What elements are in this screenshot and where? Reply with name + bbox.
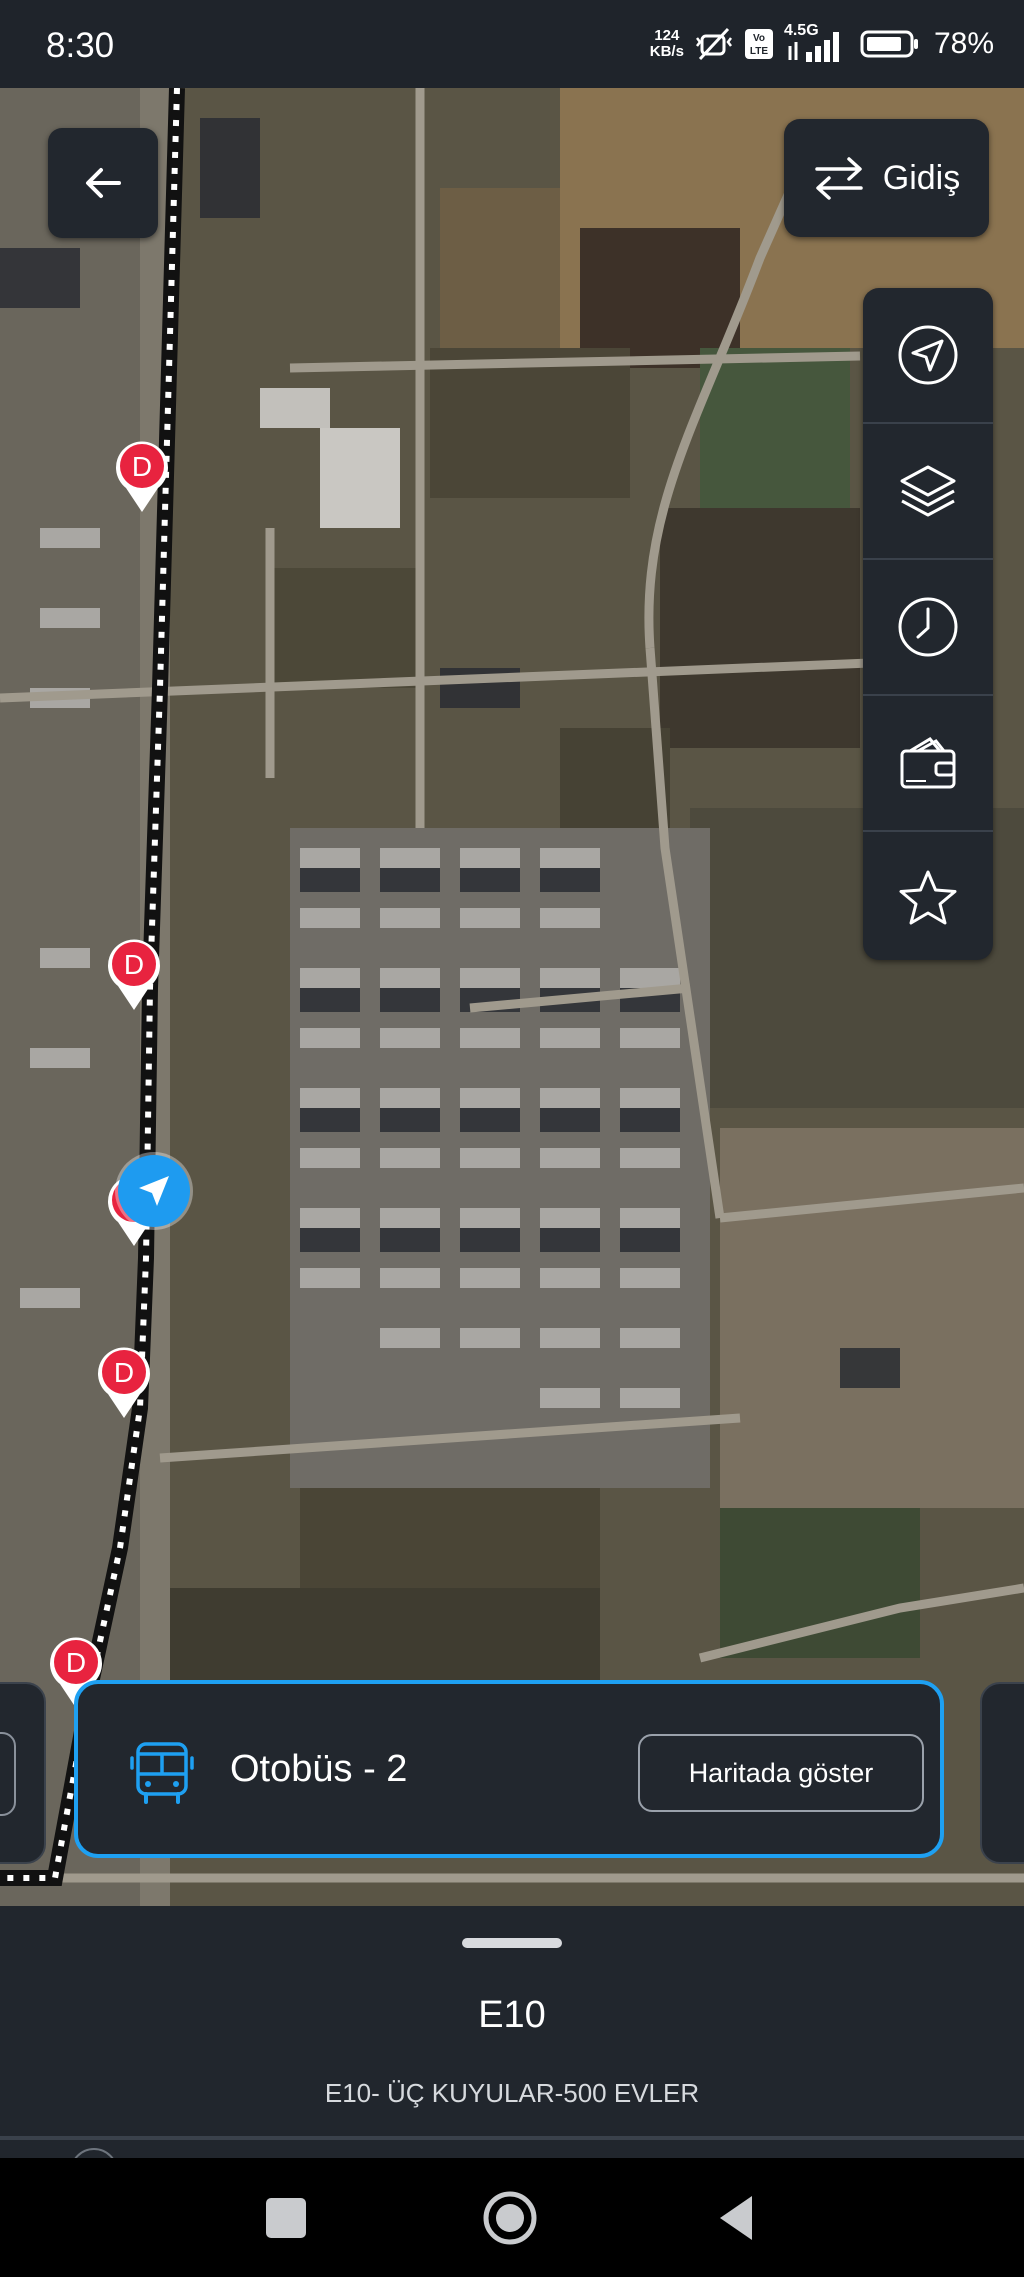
favorites-button[interactable] [863, 832, 993, 960]
status-time: 8:30 [46, 26, 115, 65]
bus-stop-marker[interactable]: D [114, 438, 170, 514]
battery-percent: 78% [933, 27, 994, 60]
map-view[interactable]: D D D D D [0, 88, 1024, 1906]
star-icon [899, 870, 957, 925]
status-icons: 124 KB/s Vo LTE 4.5G 78% [650, 22, 994, 66]
wallet-button[interactable] [863, 696, 993, 832]
locate-me-button[interactable] [863, 288, 993, 424]
show-on-map-button[interactable]: Haritada göster [638, 1734, 924, 1812]
system-back-button[interactable] [712, 2190, 760, 2246]
bus-stop-marker[interactable]: D [96, 1344, 152, 1420]
volte-icon: Vo LTE [744, 28, 774, 60]
svg-text:D: D [114, 1357, 134, 1388]
vehicle-name: Otobüs - 2 [230, 1748, 408, 1790]
svg-text:LTE: LTE [750, 46, 768, 57]
triangle-back-icon [720, 2196, 752, 2240]
navigation-icon [898, 325, 958, 385]
home-circle-icon [483, 2191, 537, 2245]
swap-arrows-icon [815, 157, 863, 200]
svg-text:D: D [132, 451, 152, 482]
bus-icon [130, 1742, 194, 1804]
bus-stop-marker[interactable]: D [106, 936, 162, 1012]
direction-label: Gidiş [882, 158, 961, 197]
route-name: E10- ÜÇ KUYULAR-500 EVLER [324, 2078, 700, 2108]
network-speed-value: 124 [654, 27, 680, 44]
svg-text:D: D [124, 949, 144, 980]
navigation-arrow-icon [139, 1176, 169, 1206]
battery-icon [860, 29, 920, 59]
vehicle-location-marker[interactable] [118, 1155, 190, 1227]
list-item-icon [70, 2148, 118, 2158]
card-peek-button [0, 1732, 16, 1816]
next-vehicle-card[interactable] [980, 1682, 1024, 1864]
route-bottom-sheet[interactable]: E10 E10- ÜÇ KUYULAR-500 EVLER [0, 1906, 1024, 2158]
status-bar: 8:30 124 KB/s Vo LTE 4.5G 78% [0, 0, 1024, 88]
layers-icon [900, 465, 956, 517]
direction-toggle-button[interactable]: Gidiş [784, 119, 989, 237]
network-speed: 124 KB/s [650, 28, 684, 60]
schedule-button[interactable] [863, 560, 993, 696]
arrow-left-icon [86, 168, 121, 198]
mute-vibrate-icon [694, 26, 734, 62]
svg-text:Vo: Vo [753, 33, 765, 44]
clock-icon [898, 597, 958, 657]
system-navigation-bar [0, 2158, 1024, 2277]
map-toolbar [863, 288, 993, 960]
wallet-icon [900, 737, 956, 789]
back-button[interactable] [48, 128, 158, 238]
recent-apps-button[interactable] [266, 2198, 306, 2238]
map-layers-button[interactable] [863, 424, 993, 560]
home-button[interactable] [482, 2190, 538, 2246]
route-code: E10 [478, 1994, 546, 2036]
divider [0, 2136, 1024, 2140]
svg-text:D: D [66, 1647, 86, 1678]
network-speed-unit: KB/s [649, 43, 684, 60]
signal-icon: 4.5G [784, 22, 850, 64]
previous-vehicle-card[interactable] [0, 1682, 46, 1864]
vehicle-card[interactable]: Otobüs - 2 Haritada göster [74, 1680, 944, 1858]
drag-handle[interactable] [462, 1938, 562, 1948]
